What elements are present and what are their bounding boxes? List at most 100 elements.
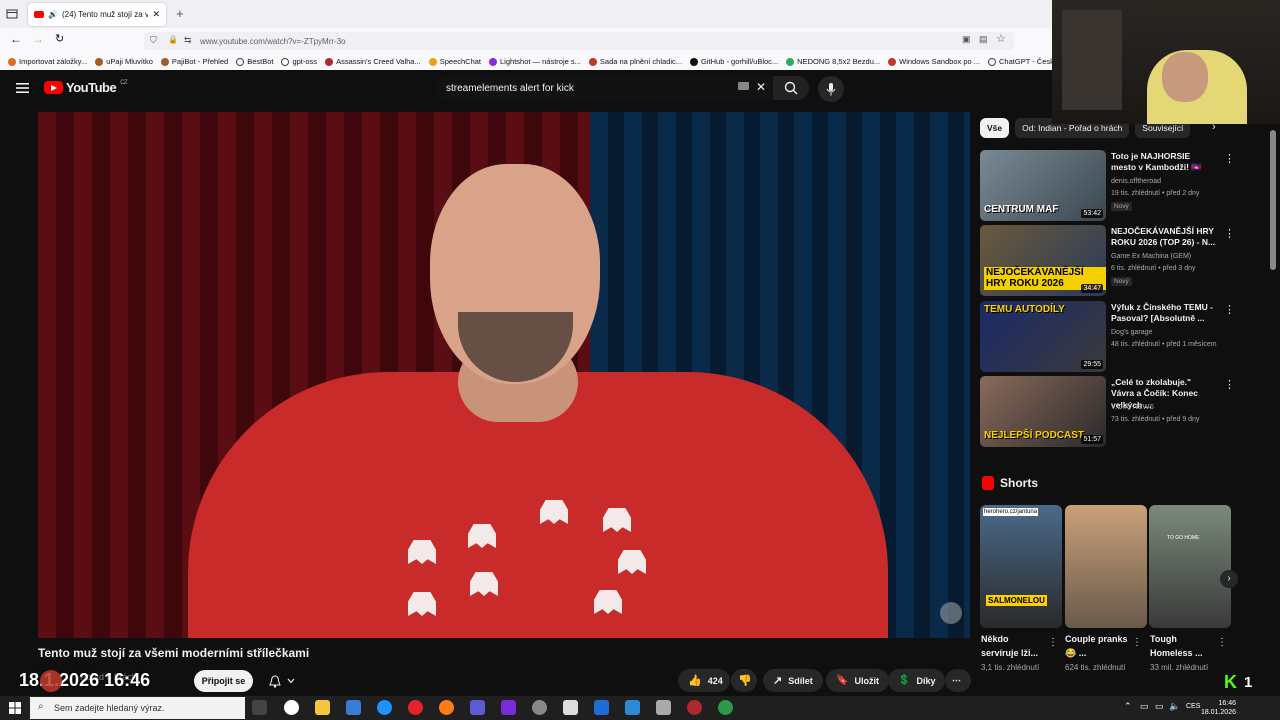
bookmark-item[interactable]: BestBot — [236, 57, 273, 66]
short-thumbnail[interactable]: TO GO HOME — [1149, 505, 1231, 628]
more-vert-icon[interactable]: ⋮ — [1132, 637, 1142, 648]
keyboard-icon[interactable] — [738, 82, 749, 90]
shorts-next-button[interactable]: › — [1220, 570, 1238, 588]
join-button[interactable]: Připojit se — [194, 670, 253, 692]
firefox-icon[interactable] — [439, 700, 454, 715]
more-actions-button[interactable]: ⋯ — [945, 669, 971, 692]
channel-watermark-icon[interactable] — [940, 602, 962, 624]
tab-list-icon[interactable] — [6, 8, 18, 20]
lock-icon[interactable]: 🔒 — [168, 35, 178, 44]
scrollbar-thumb[interactable] — [1270, 130, 1276, 270]
bookmark-item[interactable]: Assassin's Creed Valha... — [325, 57, 421, 66]
video-thumbnail[interactable]: NEJOČEKÁVANĚJŠÍ HRY ROKU 2026 34:47 — [980, 225, 1106, 296]
more-vert-icon[interactable]: ⋮ — [1217, 637, 1227, 648]
close-tab-icon[interactable]: ✕ — [152, 9, 160, 20]
url-text[interactable]: www.youtube.com/watch?v=-ZTpyMrr-3o — [200, 37, 346, 46]
task-view-icon[interactable] — [252, 700, 267, 715]
permissions-icon[interactable]: ⇆ — [184, 35, 192, 46]
recommended-video[interactable]: CENTRUM MAF 53:42 Toto je NAJHORSIE mest… — [980, 150, 1235, 222]
tray-icon[interactable]: ▭ — [1140, 701, 1149, 712]
notifications-button[interactable] — [262, 670, 302, 692]
app-icon[interactable] — [501, 700, 516, 715]
file-explorer-icon[interactable] — [315, 700, 330, 715]
back-icon[interactable]: ← — [10, 32, 22, 46]
picture-in-picture-icon[interactable]: ▣ — [962, 34, 971, 45]
channel-name[interactable]: Game Ex Machina (GEM) — [1111, 253, 1191, 260]
url-bar[interactable]: ⛉ 🔒 ⇆ www.youtube.com/watch?v=-ZTpyMrr-3… — [144, 32, 1014, 50]
reload-icon[interactable]: ↻ — [55, 32, 64, 45]
search-button[interactable] — [773, 76, 809, 100]
windows-start-icon[interactable] — [9, 702, 21, 714]
bookmark-item[interactable]: Windows Sandbox po ... — [888, 57, 980, 66]
channel-name[interactable]: denis.offtheroad — [1111, 178, 1161, 185]
more-vert-icon[interactable]: ⋮ — [1224, 227, 1235, 240]
bookmark-item[interactable]: Lightshot — nástroje s... — [489, 57, 581, 66]
short-title[interactable]: Tough Homeless ... — [1150, 633, 1216, 660]
channel-name[interactable]: Dog's garage — [1111, 329, 1152, 336]
network-icon[interactable]: ▭ — [1155, 701, 1164, 712]
store-icon[interactable] — [346, 700, 361, 715]
video-title[interactable]: Toto je NAJHORSIE mesto v Kambodži! 🇰🇭 — [1111, 151, 1216, 174]
app-icon[interactable] — [563, 700, 578, 715]
video-title[interactable]: Výfuk z Čínského TEMU - Pasoval? [Absolu… — [1111, 302, 1216, 325]
new-tab-icon[interactable]: + — [176, 6, 184, 21]
channel-name[interactable]: V.O.X. NEWS — [1111, 404, 1154, 411]
bookmark-item[interactable]: gpt-oss — [281, 57, 317, 66]
bookmark-item[interactable]: uPaji Mluvítko — [95, 57, 153, 66]
forward-icon[interactable]: → — [32, 32, 44, 46]
channel-avatar[interactable] — [40, 670, 62, 692]
recommended-video[interactable]: NEJLEPŠÍ PODCAST 51:57 „Celé to zkolabuj… — [980, 376, 1235, 448]
app-icon[interactable] — [687, 700, 702, 715]
save-button[interactable]: 🔖 Uložit — [826, 669, 889, 692]
bookmark-item[interactable]: ChatGPT - Česky — [988, 57, 1058, 66]
bookmark-item[interactable]: PajiBot - Přehled — [160, 57, 228, 66]
more-vert-icon[interactable]: ⋮ — [1224, 152, 1235, 165]
recommended-video[interactable]: NEJOČEKÁVANĚJŠÍ HRY ROKU 2026 34:47 NEJO… — [980, 225, 1235, 297]
video-thumbnail[interactable]: TEMU AUTODÍLY 29:55 — [980, 301, 1106, 372]
video-thumbnail[interactable]: NEJLEPŠÍ PODCAST 51:57 — [980, 376, 1106, 447]
recommended-video[interactable]: TEMU AUTODÍLY 29:55 Výfuk z Čínského TEM… — [980, 301, 1235, 373]
more-vert-icon[interactable]: ⋮ — [1224, 303, 1235, 316]
short-title[interactable]: Couple pranks 😂 ... — [1065, 633, 1131, 660]
like-button[interactable]: 👍 424 — [678, 669, 730, 692]
app-icon[interactable] — [284, 700, 299, 715]
more-vert-icon[interactable]: ⋮ — [1224, 378, 1235, 391]
short-thumbnail[interactable] — [1065, 505, 1147, 628]
bookmark-item[interactable]: Importovat záložky... — [8, 57, 87, 66]
clear-search-icon[interactable]: ✕ — [756, 80, 766, 94]
app-icon[interactable] — [625, 700, 640, 715]
app-icon[interactable] — [718, 700, 733, 715]
video-title[interactable]: NEJOČEKÁVANĚJŠÍ HRY ROKU 2026 (TOP 26) -… — [1111, 226, 1216, 249]
voice-search-button[interactable] — [818, 76, 844, 102]
video-player[interactable] — [38, 112, 970, 638]
app-icon[interactable] — [656, 700, 671, 715]
speaker-icon[interactable]: 🔊 — [48, 10, 58, 19]
chip-all[interactable]: Vše — [980, 118, 1010, 138]
video-thumbnail[interactable]: CENTRUM MAF 53:42 — [980, 150, 1106, 221]
taskbar-clock[interactable]: 16:46 18.01.2026 — [1201, 699, 1236, 717]
short-title[interactable]: Někdo servíruje lži... — [981, 633, 1047, 660]
bookmark-item[interactable]: Sada na plnění chladic... — [588, 57, 682, 66]
taskbar-search-input[interactable]: ⌕ Sem zadejte hledaný výraz. — [30, 697, 245, 719]
dislike-button[interactable]: 👎 — [731, 669, 757, 692]
browser-tab-active[interactable]: 🔊 (24) Tento muž stojí za všemi ✕ — [28, 3, 166, 26]
share-button[interactable]: ↗ Sdílet — [763, 669, 823, 692]
app-icon[interactable] — [532, 700, 547, 715]
bookmark-item[interactable]: NEDONG 8,5x2 Bezdu... — [786, 57, 880, 66]
bookmark-star-icon[interactable]: ☆ — [996, 32, 1006, 45]
youtube-logo[interactable]: YouTube CZ — [44, 80, 128, 95]
short-thumbnail[interactable]: herohero.cz/jantuna SALMONELOU — [980, 505, 1062, 628]
tray-chevron-icon[interactable]: ⌃ — [1124, 701, 1132, 712]
shield-icon[interactable]: ⛉ — [150, 35, 157, 46]
language-indicator[interactable]: CES — [1186, 703, 1200, 710]
opera-icon[interactable] — [408, 700, 423, 715]
reader-view-icon[interactable]: ▤ — [979, 34, 988, 45]
app-icon[interactable] — [594, 700, 609, 715]
bookmark-item[interactable]: SpeechChat — [428, 57, 481, 66]
edge-icon[interactable] — [377, 700, 392, 715]
menu-icon[interactable] — [16, 82, 29, 94]
thanks-button[interactable]: 💲 Díky — [888, 669, 946, 692]
volume-icon[interactable]: 🔈 — [1169, 701, 1180, 712]
app-icon[interactable] — [470, 700, 485, 715]
more-vert-icon[interactable]: ⋮ — [1048, 637, 1058, 648]
